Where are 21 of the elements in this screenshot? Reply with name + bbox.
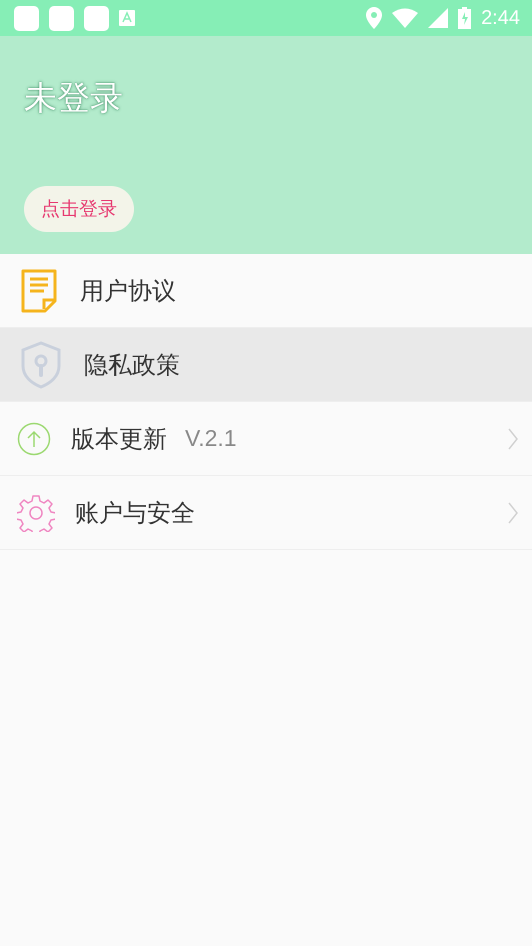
menu-label: 隐私政策 <box>84 350 180 380</box>
menu-label: 版本更新 <box>71 424 167 454</box>
notification-icon <box>49 6 74 30</box>
keyboard-icon <box>119 10 135 26</box>
arrow-up-circle-icon <box>17 422 51 456</box>
menu-item[interactable]: 隐私政策 <box>0 328 532 402</box>
shield-icon <box>20 340 62 388</box>
gear-icon <box>17 494 55 532</box>
battery-icon <box>458 7 472 29</box>
notification-icon <box>84 6 109 30</box>
version-text: V.2.1 <box>185 425 237 452</box>
wifi-icon <box>392 8 418 28</box>
menu-label: 用户协议 <box>80 276 176 306</box>
profile-title: 未登录 <box>24 77 123 119</box>
signal-icon <box>428 8 448 28</box>
location-icon <box>366 7 382 29</box>
login-button[interactable]: 点击登录 <box>24 186 134 232</box>
document-icon <box>20 268 58 312</box>
menu-label: 账户与安全 <box>75 498 195 528</box>
status-time: 2:44 <box>481 6 520 30</box>
notification-icon <box>14 6 39 30</box>
